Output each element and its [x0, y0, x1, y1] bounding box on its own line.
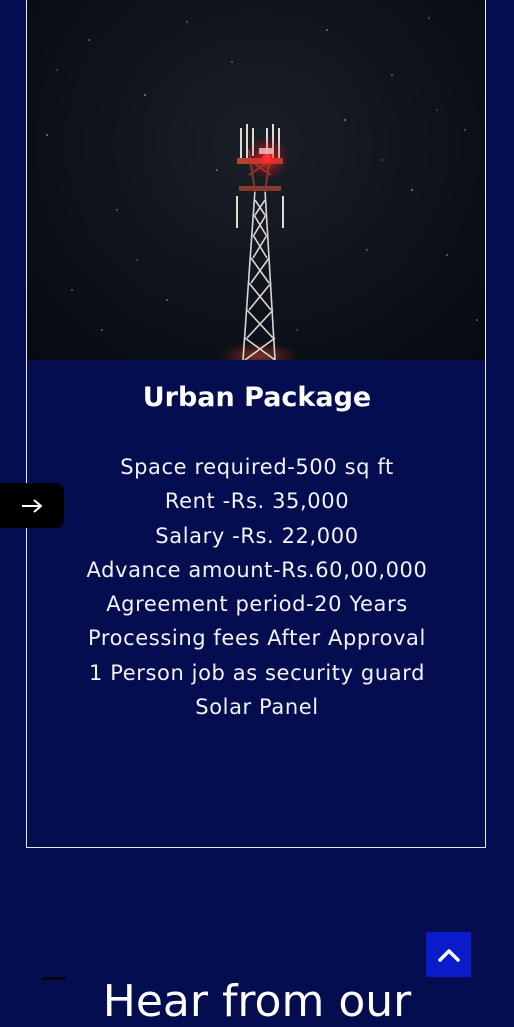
feature-solar: Solar Panel	[195, 695, 319, 720]
arrow-right-icon	[22, 498, 43, 513]
feature-processing-fees: Processing fees After Approval	[88, 626, 426, 651]
back-to-top-button[interactable]	[426, 932, 471, 977]
tower-image	[27, 0, 485, 360]
side-arrow-button[interactable]	[0, 483, 64, 528]
package-features-list: Space required-500 sq ft Rent -Rs. 35,00…	[27, 450, 485, 724]
chevron-up-icon	[437, 948, 460, 962]
feature-job: 1 Person job as security guard	[88, 660, 426, 685]
testimonials-heading: Hear from our	[102, 976, 412, 1027]
feature-space: Space required-500 sq ft	[120, 455, 394, 479]
feature-salary: Salary -Rs. 22,000	[155, 523, 359, 548]
package-title: Urban Package	[142, 382, 372, 413]
feature-advance: Advance amount-Rs.60,00,000	[86, 557, 428, 582]
package-card: Urban Package Space required-500 sq ft R…	[26, 0, 486, 848]
feature-agreement: Agreement period-20 Years	[106, 592, 408, 617]
feature-rent: Rent -Rs. 35,000	[164, 489, 350, 514]
